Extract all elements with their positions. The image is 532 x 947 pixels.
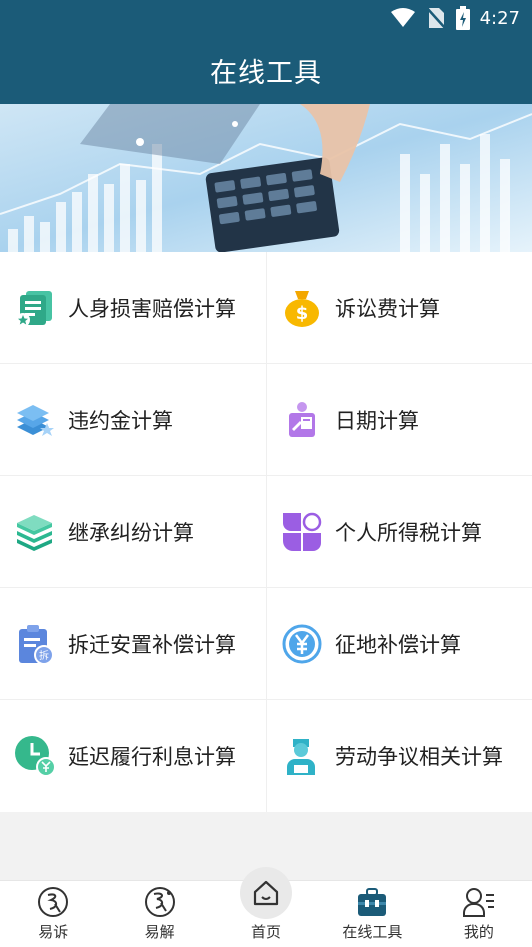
tab-label: 在线工具 [342, 923, 403, 941]
bottom-tab-bar: 易诉 易解 首页 在线工具 我的 [0, 867, 532, 947]
tab-label: 易诉 [38, 923, 69, 941]
yen-circle-icon [282, 624, 322, 663]
status-bar: 4:27 [0, 0, 532, 36]
grid-blocks-icon [283, 512, 322, 551]
clock-yen-icon [15, 736, 56, 777]
tool-delayed-interest[interactable]: 延迟履行利息计算 [0, 700, 266, 812]
tool-label: 日期计算 [335, 408, 419, 433]
home-icon [253, 880, 279, 906]
tool-label: 劳动争议相关计算 [335, 745, 503, 769]
worker-icon [287, 739, 315, 775]
tab-label: 首页 [251, 923, 282, 941]
tool-label: 诉讼费计算 [335, 296, 440, 321]
tool-inheritance[interactable]: 继承纠纷计算 [0, 476, 266, 587]
tab-label: 我的 [463, 923, 494, 941]
tool-labor-dispute[interactable]: 劳动争议相关计算 [266, 700, 532, 812]
tool-date[interactable]: 日期计算 [266, 364, 532, 475]
battery-icon [455, 6, 470, 30]
tool-label: 违约金计算 [68, 408, 173, 433]
banner-image [0, 104, 532, 252]
tab-home[interactable]: 首页 [213, 867, 319, 947]
app-header: 在线工具 [0, 36, 532, 104]
tool-demolition[interactable]: 拆 拆迁安置补偿计算 [0, 588, 266, 699]
tool-injury-compensation[interactable]: 人身损害赔偿计算 [0, 252, 266, 363]
status-time: 4:27 [479, 7, 520, 29]
tab-yijie[interactable]: 易解 [106, 881, 212, 947]
tab-online-tools[interactable]: 在线工具 [319, 881, 425, 947]
tool-income-tax[interactable]: 个人所得税计算 [266, 476, 532, 587]
profile-icon [462, 888, 494, 917]
tab-mine[interactable]: 我的 [426, 881, 532, 947]
home-button[interactable] [240, 867, 293, 919]
tab-yisu[interactable]: 易诉 [0, 881, 106, 947]
clipboard-demolish-icon: 拆 [19, 624, 54, 665]
tool-label: 拆迁安置补偿计算 [68, 632, 236, 657]
svg-text:拆: 拆 [39, 649, 49, 662]
yijie-icon [144, 887, 175, 917]
tools-row: 延迟履行利息计算 劳动争议相关计算 [0, 700, 532, 812]
wifi-icon [390, 8, 415, 27]
tools-grid: 人身损害赔偿计算 $ 诉讼费计算 违约金计算 日期计算 继承纠纷计算 个人所得税… [0, 252, 532, 812]
tool-label: 人身损害赔偿计算 [68, 296, 236, 321]
books-icon [17, 514, 52, 551]
tool-label: 征地补偿计算 [335, 632, 461, 657]
tools-row: 继承纠纷计算 个人所得税计算 [0, 476, 532, 588]
tools-row: 拆 拆迁安置补偿计算 征地补偿计算 [0, 588, 532, 700]
layers-star-icon [17, 404, 54, 436]
svg-text:$: $ [296, 303, 309, 324]
calendar-person-icon [289, 401, 315, 437]
yisu-icon [38, 887, 69, 917]
injury-document-icon [16, 290, 52, 327]
tools-row: 人身损害赔偿计算 $ 诉讼费计算 [0, 252, 532, 364]
tool-litigation-fee[interactable]: $ 诉讼费计算 [266, 252, 532, 363]
no-sim-icon [425, 7, 446, 29]
tool-label: 个人所得税计算 [335, 520, 482, 545]
toolbox-icon [358, 888, 387, 916]
tool-label: 继承纠纷计算 [68, 520, 194, 545]
tab-label: 易解 [144, 923, 175, 941]
page-title: 在线工具 [210, 57, 322, 89]
tools-row: 违约金计算 日期计算 [0, 364, 532, 476]
tool-penalty[interactable]: 违约金计算 [0, 364, 266, 475]
tool-label: 延迟履行利息计算 [68, 745, 236, 769]
money-bag-icon: $ [285, 290, 319, 327]
tool-land-acquisition[interactable]: 征地补偿计算 [266, 588, 532, 699]
